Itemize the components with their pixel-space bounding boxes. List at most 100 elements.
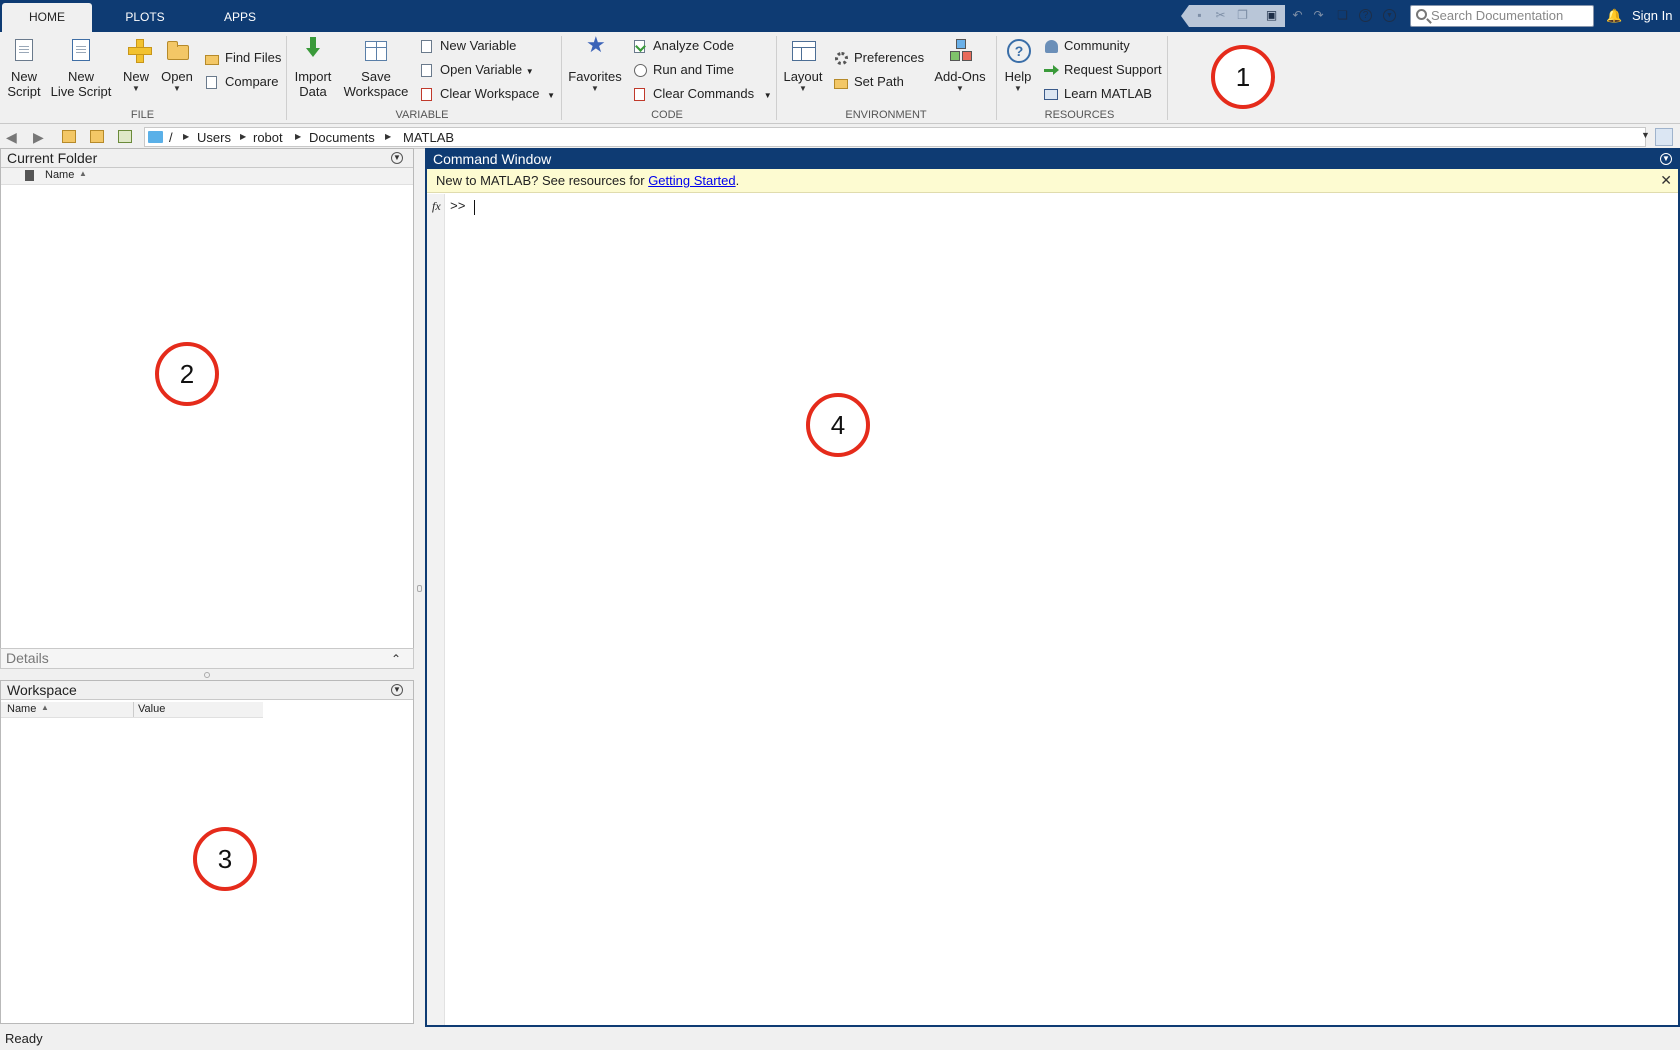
back-arrow-icon[interactable]: ◀	[6, 129, 17, 145]
column-value[interactable]: Value	[138, 703, 165, 715]
analyze-code-label: Analyze Code	[653, 38, 734, 53]
breadcrumb-documents[interactable]: Documents	[309, 130, 375, 145]
find-files-button[interactable]: Find Files	[205, 49, 281, 67]
import-data-label-2: Data	[299, 84, 327, 99]
section-label-file: FILE	[130, 109, 155, 121]
sort-asc-icon: ▲	[41, 703, 49, 712]
paste-icon[interactable]: ▣	[1265, 9, 1278, 22]
open-label: Open	[161, 69, 193, 84]
open-button[interactable]: Open ▼	[160, 37, 194, 94]
open-variable-button[interactable]: Open Variable ▼	[420, 61, 534, 81]
new-variable-icon	[420, 39, 435, 53]
new-script-icon	[11, 37, 37, 65]
forward-arrow-icon[interactable]: ▶	[33, 129, 44, 145]
new-variable-button[interactable]: New Variable	[420, 37, 516, 55]
copy-icon[interactable]: ❐	[1236, 9, 1249, 22]
dropdown-icon[interactable]: ▼	[1383, 9, 1396, 22]
new-script-label: New	[10, 69, 37, 84]
breadcrumb-robot[interactable]: robot	[253, 130, 283, 145]
save-workspace-label: Save	[361, 69, 391, 84]
help-button[interactable]: ? Help ▼	[1001, 37, 1035, 94]
vertical-splitter-handle[interactable]	[417, 585, 422, 592]
preferences-button[interactable]: Preferences	[834, 49, 924, 67]
switch-windows-icon[interactable]: ❏	[1336, 9, 1349, 22]
function-browser-icon[interactable]: fx	[432, 199, 441, 214]
getting-started-banner: New to MATLAB? See resources for Getting…	[427, 169, 1678, 193]
open-variable-label: Open Variable	[440, 62, 523, 77]
analyze-code-button[interactable]: Analyze Code	[633, 37, 734, 55]
tab-apps[interactable]: APPS	[205, 3, 275, 32]
panel-menu-icon[interactable]: ▼	[1660, 153, 1672, 165]
section-label-code: CODE	[651, 109, 683, 121]
breadcrumb-matlab[interactable]: MATLAB	[403, 130, 454, 145]
save-icon[interactable]: ▪	[1193, 9, 1206, 22]
close-icon[interactable]: ✕	[1660, 169, 1672, 192]
compare-button[interactable]: Compare	[205, 73, 278, 91]
layout-button[interactable]: Layout ▼	[781, 37, 825, 94]
sign-in-link[interactable]: Sign In	[1632, 8, 1672, 23]
set-path-button[interactable]: Set Path	[834, 73, 904, 91]
command-window-panel: Command Window ▼ New to MATLAB? See reso…	[425, 148, 1680, 1027]
bell-icon[interactable]: 🔔	[1606, 8, 1622, 24]
search-icon[interactable]	[1655, 128, 1673, 146]
new-label: New	[122, 69, 149, 84]
address-field[interactable]: / ▶ Users ▶ robot ▶ Documents ▶ MATLAB	[144, 127, 1646, 147]
request-support-button[interactable]: Request Support	[1044, 61, 1162, 79]
analyze-code-icon	[633, 39, 648, 53]
current-folder-toolbar: ◀ ▶ / ▶ Users ▶ robot ▶ Documents ▶ MATL…	[0, 125, 1680, 149]
column-name[interactable]: Name	[45, 169, 74, 181]
browse-folder-icon[interactable]	[90, 130, 104, 143]
clear-workspace-label: Clear Workspace	[440, 86, 540, 101]
learn-matlab-button[interactable]: Learn MATLAB	[1044, 85, 1152, 103]
chevron-down-icon: ▼	[132, 84, 140, 93]
new-script-label-2: Script	[7, 84, 41, 99]
path-dropdown-icon[interactable]: ▼	[1641, 130, 1650, 140]
find-files-label: Find Files	[225, 50, 282, 65]
import-data-button[interactable]: Import Data	[291, 37, 335, 99]
favorites-button[interactable]: ★ Favorites ▼	[566, 34, 624, 94]
getting-started-link[interactable]: Getting Started	[648, 173, 735, 188]
import-data-label: Import	[294, 69, 332, 84]
new-script-button[interactable]: New Script	[6, 37, 42, 99]
banner-period: .	[735, 173, 740, 188]
callout-2: 2	[155, 342, 219, 406]
details-panel[interactable]: Details ⌃	[0, 648, 414, 669]
new-plus-icon	[123, 37, 152, 65]
find-files-icon	[205, 51, 220, 65]
chevron-down-icon: ▼	[956, 84, 964, 93]
redo-icon[interactable]: ↷	[1312, 9, 1325, 22]
undo-icon[interactable]: ↶	[1291, 9, 1304, 22]
run-and-time-button[interactable]: Run and Time	[633, 61, 734, 79]
new-live-script-button[interactable]: New Live Script	[50, 37, 112, 99]
clear-commands-button[interactable]: Clear Commands ▼	[633, 85, 772, 105]
help-icon[interactable]: ?	[1359, 9, 1372, 22]
search-placeholder: Search Documentation	[1431, 8, 1564, 23]
chevron-up-icon[interactable]: ⌃	[391, 650, 401, 669]
breadcrumb-separator-icon: ▶	[385, 132, 392, 141]
workspace-title: Workspace ▼	[1, 681, 413, 700]
command-input-area[interactable]	[446, 194, 1678, 1025]
add-ons-button[interactable]: Add-Ons ▼	[930, 37, 990, 94]
community-icon	[1044, 39, 1059, 53]
arrow-right-icon	[1044, 63, 1059, 77]
new-button[interactable]: New ▼	[120, 37, 152, 94]
cut-icon[interactable]: ✂	[1214, 9, 1227, 22]
tab-plots[interactable]: PLOTS	[110, 3, 180, 32]
breadcrumb-root[interactable]: /	[169, 130, 173, 145]
new-variable-label: New Variable	[440, 38, 517, 53]
clear-workspace-button[interactable]: Clear Workspace ▼	[420, 85, 555, 105]
search-documentation-input[interactable]: Search Documentation	[1410, 5, 1594, 27]
save-workspace-button[interactable]: Save Workspace	[343, 37, 409, 99]
save-workspace-label-2: Workspace	[343, 84, 409, 99]
panel-menu-icon[interactable]: ▼	[391, 684, 403, 696]
breadcrumb-separator-icon: ▶	[240, 132, 247, 141]
breadcrumb-users[interactable]: Users	[197, 130, 231, 145]
up-folder-icon[interactable]	[62, 130, 76, 143]
community-button[interactable]: Community	[1044, 37, 1130, 55]
panel-splitter-handle[interactable]	[204, 672, 210, 678]
community-label: Community	[1064, 38, 1130, 53]
column-name[interactable]: Name	[7, 703, 36, 715]
tab-home[interactable]: HOME	[2, 3, 92, 32]
search-folder-icon[interactable]	[118, 130, 132, 143]
panel-menu-icon[interactable]: ▼	[391, 152, 403, 164]
